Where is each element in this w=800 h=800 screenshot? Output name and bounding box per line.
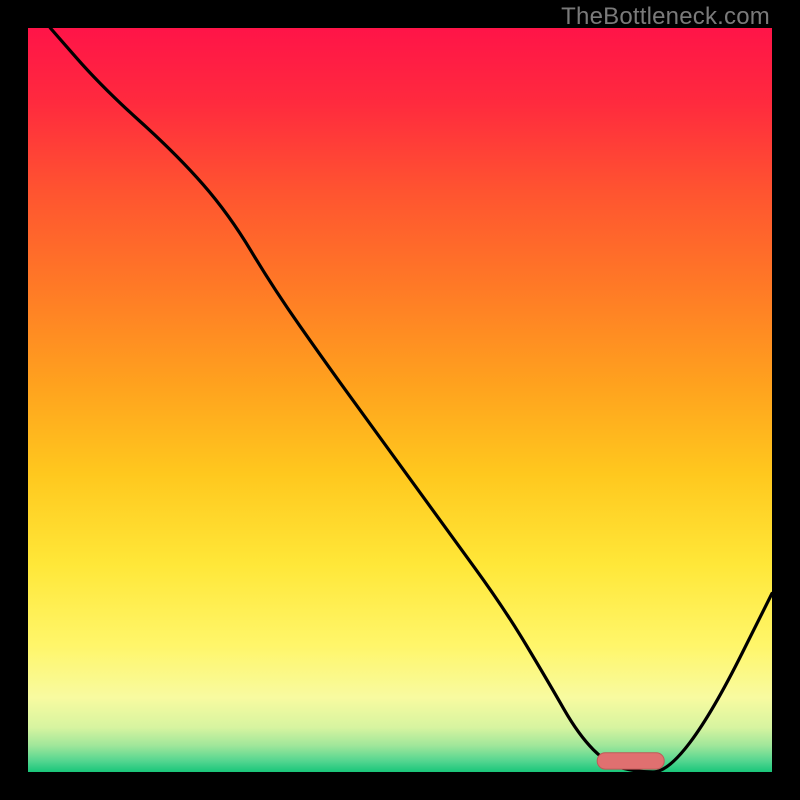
optimal-range-marker [597,753,664,769]
gradient-background [28,28,772,772]
bottleneck-chart [28,28,772,772]
chart-frame [28,28,772,772]
watermark-text: TheBottleneck.com [561,3,770,31]
